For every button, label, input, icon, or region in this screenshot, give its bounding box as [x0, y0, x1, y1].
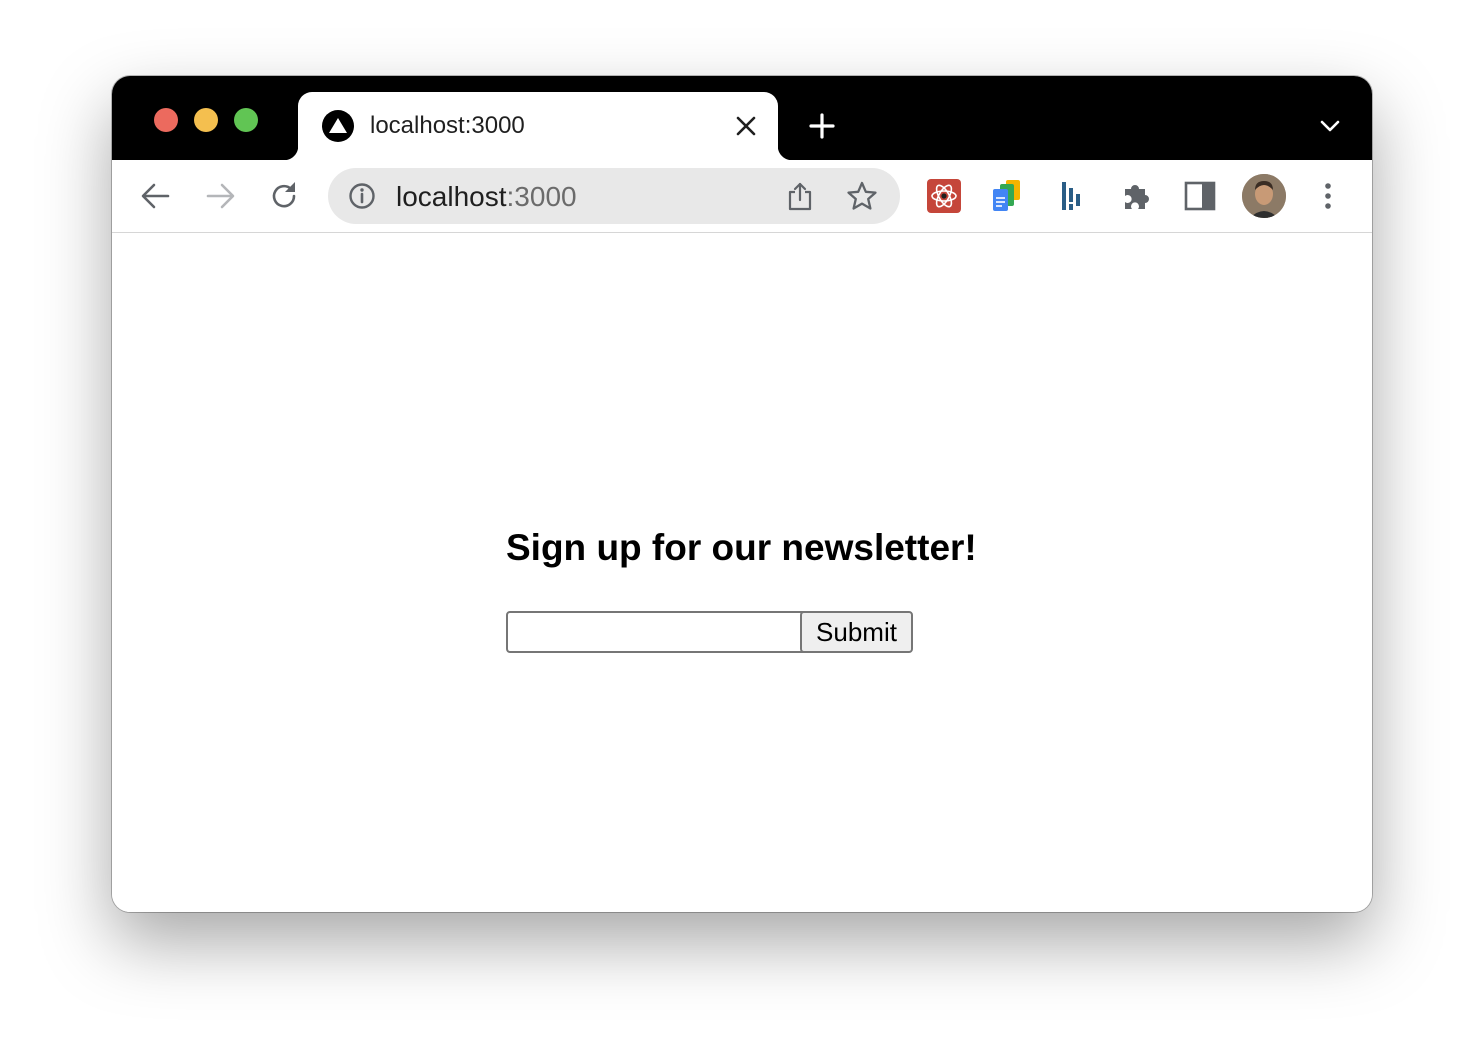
tab-title: localhost:3000	[370, 112, 525, 139]
url-host: localhost	[396, 181, 507, 212]
form-row: Submit	[506, 611, 926, 655]
puzzle-icon[interactable]	[1118, 178, 1154, 214]
browser-window: localhost:3000 localhost:3000 Sign up fo…	[112, 76, 1372, 912]
chevron-down-icon[interactable]	[1318, 116, 1342, 136]
tab-localhost[interactable]: localhost:3000	[284, 92, 792, 160]
browser-toolbar: localhost:3000	[112, 160, 1372, 233]
side-panel-icon[interactable]	[1182, 178, 1218, 214]
window-minimize-button[interactable]	[194, 108, 218, 132]
share-icon[interactable]	[784, 180, 816, 212]
avatar[interactable]	[1242, 174, 1286, 218]
info-icon[interactable]	[348, 182, 376, 210]
arrow-right-icon[interactable]	[200, 176, 240, 216]
window-close-button[interactable]	[154, 108, 178, 132]
window-maximize-button[interactable]	[234, 108, 258, 132]
page-content: Sign up for our newsletter! Submit	[112, 233, 1372, 912]
address-bar[interactable]: localhost:3000	[328, 168, 900, 224]
tab-strip: localhost:3000	[112, 76, 1372, 160]
reload-icon[interactable]	[264, 176, 304, 216]
triangle-logo-icon	[322, 110, 354, 142]
google-docs-icon[interactable]	[990, 178, 1026, 214]
plus-icon[interactable]	[806, 110, 838, 142]
url-text[interactable]: localhost:3000	[396, 181, 577, 213]
react-devtools-icon[interactable]	[926, 178, 962, 214]
close-icon[interactable]	[734, 114, 758, 138]
extension-bars-icon[interactable]	[1054, 178, 1090, 214]
url-port: :3000	[506, 181, 577, 212]
star-icon[interactable]	[846, 180, 878, 212]
page-title: Sign up for our newsletter!	[506, 527, 977, 568]
more-vertical-icon[interactable]	[1308, 176, 1348, 216]
newsletter-form: Sign up for our newsletter! Submit	[506, 527, 977, 653]
arrow-left-icon[interactable]	[136, 176, 176, 216]
email-field[interactable]	[506, 611, 812, 653]
submit-button[interactable]: Submit	[800, 611, 913, 653]
